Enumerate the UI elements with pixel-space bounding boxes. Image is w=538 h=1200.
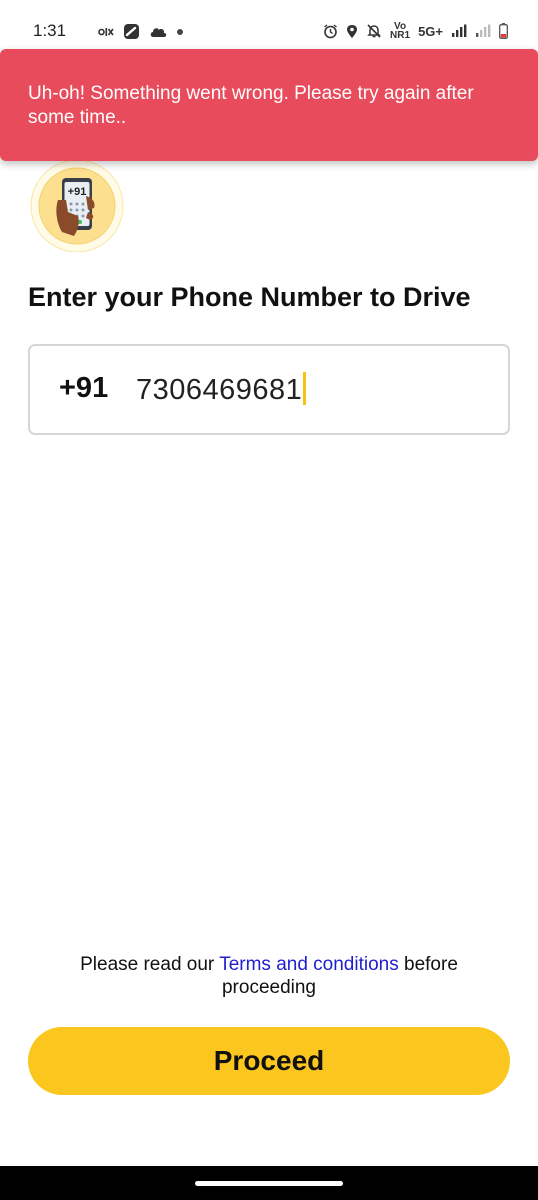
mute-icon [366, 23, 382, 39]
country-code[interactable]: +91 [59, 372, 108, 405]
navigation-bar [0, 1166, 538, 1200]
error-message: Uh-oh! Something went wrong. Please try … [28, 83, 474, 128]
signal-icon-2 [475, 24, 491, 38]
notification-icons [98, 23, 184, 40]
phone-number-value: 7306469681 [136, 374, 303, 406]
volte-icon: Vo NR1 [390, 21, 411, 41]
phone-illustration: +91 [28, 159, 126, 253]
status-time: 1:31 [33, 21, 67, 40]
page-title: Enter your Phone Number to Drive [28, 282, 471, 312]
phone-number-input[interactable]: 7306469681 [136, 372, 307, 407]
battery-low-icon [499, 23, 508, 39]
error-banner[interactable]: Uh-oh! Something went wrong. Please try … [0, 49, 538, 161]
network-type: 5G+ [418, 23, 443, 39]
terms-notice: Please read our Terms and conditions bef… [40, 953, 498, 999]
system-icons: Vo NR1 5G+ [323, 21, 508, 41]
proceed-button[interactable]: Proceed [28, 1027, 510, 1095]
terms-prefix: Please read our [80, 954, 220, 975]
dot-icon [176, 28, 184, 36]
signal-icon [451, 24, 467, 38]
illustration-label: +91 [68, 186, 87, 198]
home-indicator[interactable] [195, 1181, 343, 1186]
location-icon [346, 24, 358, 39]
phone-number-field[interactable]: +91 7306469681 [28, 344, 510, 435]
dash-app-icon [123, 23, 140, 40]
terms-link[interactable]: Terms and conditions [219, 954, 399, 975]
cloud-icon [149, 25, 167, 38]
alarm-icon [323, 23, 338, 39]
olx-icon [98, 27, 114, 37]
text-cursor [303, 372, 307, 405]
